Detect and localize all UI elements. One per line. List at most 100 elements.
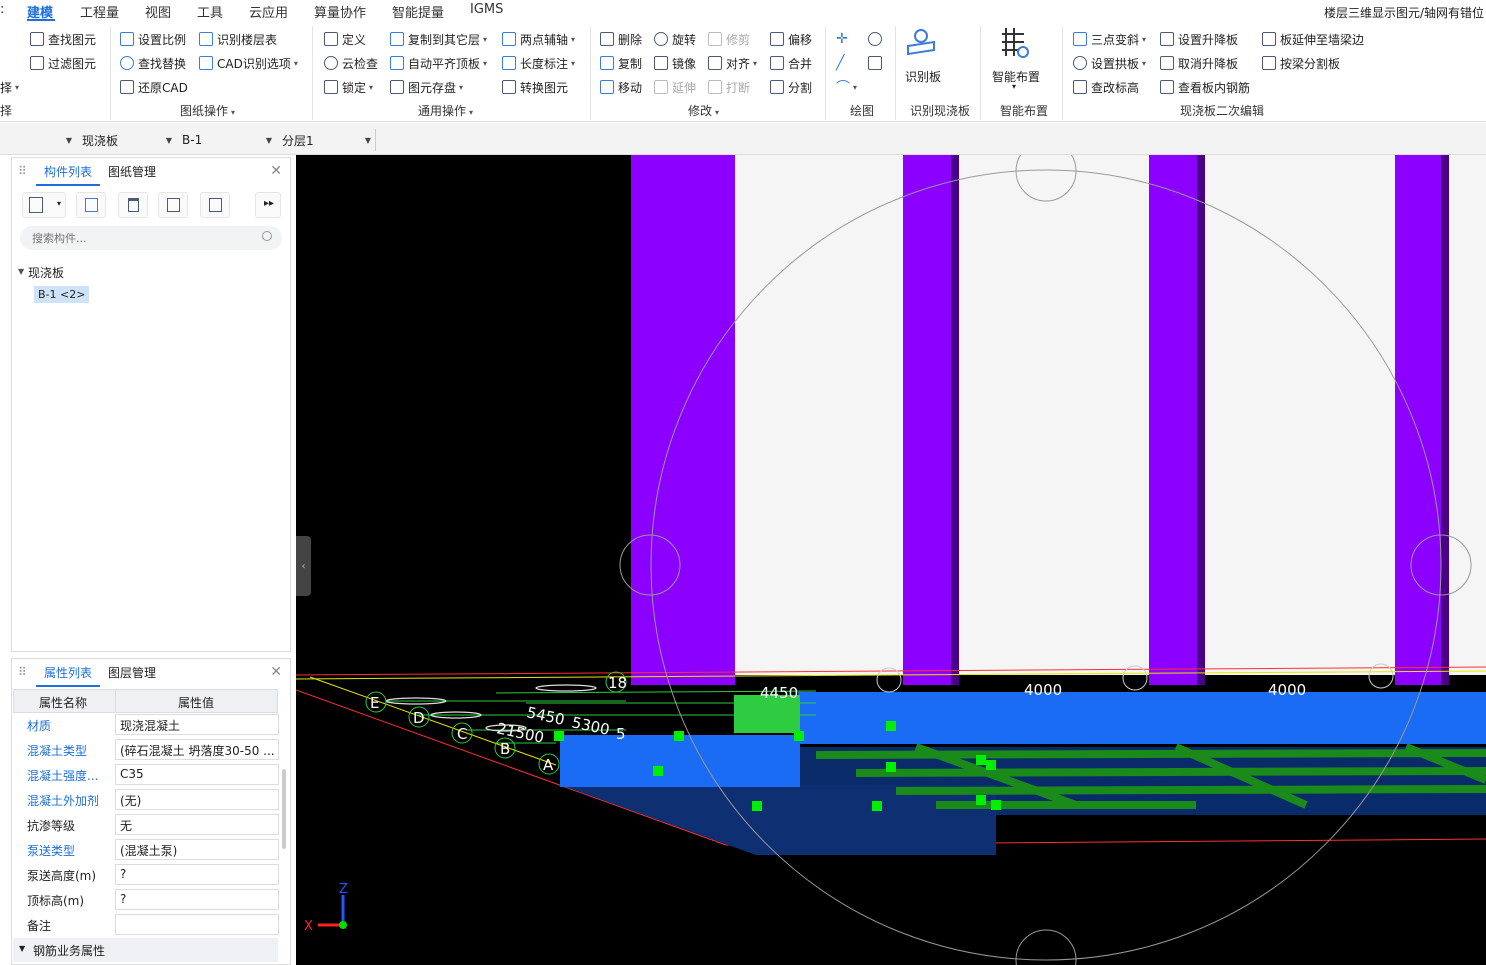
property-value[interactable]: ?: [115, 889, 279, 910]
property-value[interactable]: ?: [115, 864, 279, 885]
close-icon[interactable]: ✕: [270, 163, 282, 179]
break-button[interactable]: 打断: [708, 78, 750, 96]
group-label-modify[interactable]: 修改 ▾: [688, 102, 719, 119]
lock-button[interactable]: 锁定 ▾: [324, 78, 373, 96]
line-draw-button[interactable]: ╱: [836, 54, 844, 72]
beam[interactable]: [1395, 155, 1441, 685]
two-point-aux-button[interactable]: 两点辅轴 ▾: [502, 30, 575, 48]
cancel-raise-slab-button[interactable]: 取消升降板: [1160, 54, 1238, 72]
identify-slab-label[interactable]: 识别板: [905, 68, 941, 85]
beam[interactable]: [903, 155, 951, 685]
extend-button[interactable]: 延伸: [654, 78, 696, 96]
copy-button[interactable]: 复制: [600, 54, 642, 72]
find-element-button[interactable]: 查找图元: [30, 30, 96, 48]
notification-text[interactable]: 楼层三维显示图元/轴网有错位: [1324, 4, 1484, 21]
menu-tools[interactable]: 工具: [197, 2, 223, 21]
property-name[interactable]: 混凝土外加剂: [27, 792, 99, 809]
convert-elements-button[interactable]: 转换图元: [502, 78, 568, 96]
tab-property-list[interactable]: 属性列表: [36, 659, 101, 687]
new-component-button[interactable]: ▾: [22, 192, 66, 218]
property-name[interactable]: 材质: [27, 717, 51, 734]
identify-floor-table-button[interactable]: 识别楼层表: [199, 30, 277, 48]
split-by-beam-button[interactable]: 按梁分割板: [1262, 54, 1340, 72]
property-value[interactable]: (无): [115, 789, 279, 810]
menu-view[interactable]: 视图: [145, 2, 171, 21]
point-draw-button[interactable]: ✛: [836, 30, 848, 48]
viewport-canvas[interactable]: E D C B A 18 5450 5300 21500 5 4450 4000…: [296, 155, 1486, 965]
delete-button[interactable]: 删除: [600, 30, 642, 48]
arc-draw-button[interactable]: ⌒ ▾: [836, 78, 857, 96]
menu-igms[interactable]: IGMS: [470, 2, 503, 17]
set-scale-button[interactable]: 设置比例: [120, 30, 186, 48]
copy-to-layer-button[interactable]: 复制到其它层 ▾: [390, 30, 487, 48]
layer-copy-button[interactable]: [158, 192, 188, 218]
component-select[interactable]: B-1 ▼: [178, 129, 276, 151]
save-elements-button[interactable]: 图元存盘 ▾: [390, 78, 463, 96]
tree-group-label[interactable]: 现浇板: [28, 264, 64, 281]
import-component-button[interactable]: [200, 192, 230, 218]
length-dim-button[interactable]: 长度标注 ▾: [502, 54, 575, 72]
property-scrollbar[interactable]: [282, 769, 286, 849]
merge-button[interactable]: 合并: [770, 54, 812, 72]
property-value[interactable]: [115, 914, 279, 935]
rect-draw-button[interactable]: [868, 54, 886, 72]
property-name[interactable]: 混凝土强度...: [27, 767, 98, 784]
menu-collab[interactable]: 算量协作: [314, 2, 366, 21]
delete-component-button[interactable]: [118, 192, 148, 218]
copy-component-button[interactable]: [76, 192, 106, 218]
define-button[interactable]: 定义: [324, 30, 366, 48]
set-raise-slab-button[interactable]: 设置升降板: [1160, 30, 1238, 48]
tab-drawing-management[interactable]: 图纸管理: [100, 158, 164, 186]
property-value[interactable]: (碎石混凝土 坍落度30-50 ...: [115, 739, 279, 760]
smart-layout-button[interactable]: [998, 26, 1034, 60]
split-button[interactable]: 分割: [770, 78, 812, 96]
move-button[interactable]: 移动: [600, 78, 642, 96]
property-name[interactable]: 混凝土类型: [27, 742, 87, 759]
offset-button[interactable]: 偏移: [770, 30, 812, 48]
property-value[interactable]: 无: [115, 814, 279, 835]
check-elevation-button[interactable]: 查改标高: [1073, 78, 1139, 96]
property-value[interactable]: C35: [115, 764, 279, 785]
search-input[interactable]: [30, 229, 250, 247]
restore-cad-button[interactable]: 还原CAD: [120, 78, 188, 96]
drag-grip-icon[interactable]: ⠿: [18, 665, 27, 679]
angle-draw-button[interactable]: [868, 30, 886, 48]
view-rebar-button[interactable]: 查看板内钢筋: [1160, 78, 1250, 96]
beam[interactable]: [631, 155, 735, 685]
slab-top[interactable]: [798, 692, 1486, 744]
beam[interactable]: [1149, 155, 1197, 685]
mirror-button[interactable]: 镜像: [654, 54, 696, 72]
menu-quantities[interactable]: 工程量: [80, 2, 119, 21]
property-name[interactable]: 泵送类型: [27, 842, 75, 859]
set-arch-slab-button[interactable]: 设置拱板 ▾: [1073, 54, 1146, 72]
layer-select[interactable]: 分层1 ▼: [278, 129, 376, 151]
property-section-rebar[interactable]: ▼ 钢筋业务属性: [13, 938, 278, 962]
tab-component-list[interactable]: 构件列表: [36, 158, 101, 186]
find-replace-button[interactable]: 查找替换: [120, 54, 186, 72]
three-point-slope-button[interactable]: 三点变斜 ▾: [1073, 30, 1146, 48]
identify-slab-button[interactable]: [904, 28, 940, 60]
cloud-check-button[interactable]: 云检查: [324, 54, 378, 72]
3d-viewport[interactable]: E D C B A 18 5450 5300 21500 5 4450 4000…: [296, 155, 1486, 965]
search-box[interactable]: [20, 226, 282, 250]
type-select[interactable]: 现浇板 ▼: [78, 129, 176, 151]
close-icon[interactable]: ✕: [270, 664, 282, 680]
filter-element-button[interactable]: 过滤图元: [30, 54, 96, 72]
collapse-panel-handle[interactable]: ‹: [296, 536, 311, 596]
tab-layer-management[interactable]: 图层管理: [100, 659, 164, 687]
align-button[interactable]: 对齐 ▾: [708, 54, 757, 72]
more-tools-button[interactable]: ▸▸: [255, 192, 281, 218]
smart-layout-dropdown[interactable]: ▾: [1012, 82, 1016, 91]
menu-cloud[interactable]: 云应用: [249, 2, 288, 21]
tree-item-selected[interactable]: B-1 <2>: [34, 286, 90, 303]
menu-smart-extract[interactable]: 智能提量: [392, 2, 444, 21]
trim-button[interactable]: 修剪: [708, 30, 750, 48]
group-label-drawing-ops[interactable]: 图纸操作 ▾: [180, 102, 235, 119]
extend-slab-button[interactable]: 板延伸至墙梁边: [1262, 30, 1364, 48]
property-value[interactable]: 现浇混凝土: [115, 714, 279, 735]
cad-options-button[interactable]: CAD识别选项 ▾: [199, 54, 298, 72]
slab-front[interactable]: [560, 735, 800, 787]
property-value[interactable]: (混凝土泵): [115, 839, 279, 860]
drag-grip-icon[interactable]: ⠿: [18, 164, 27, 178]
tree-expand-icon[interactable]: ▼: [18, 267, 24, 276]
